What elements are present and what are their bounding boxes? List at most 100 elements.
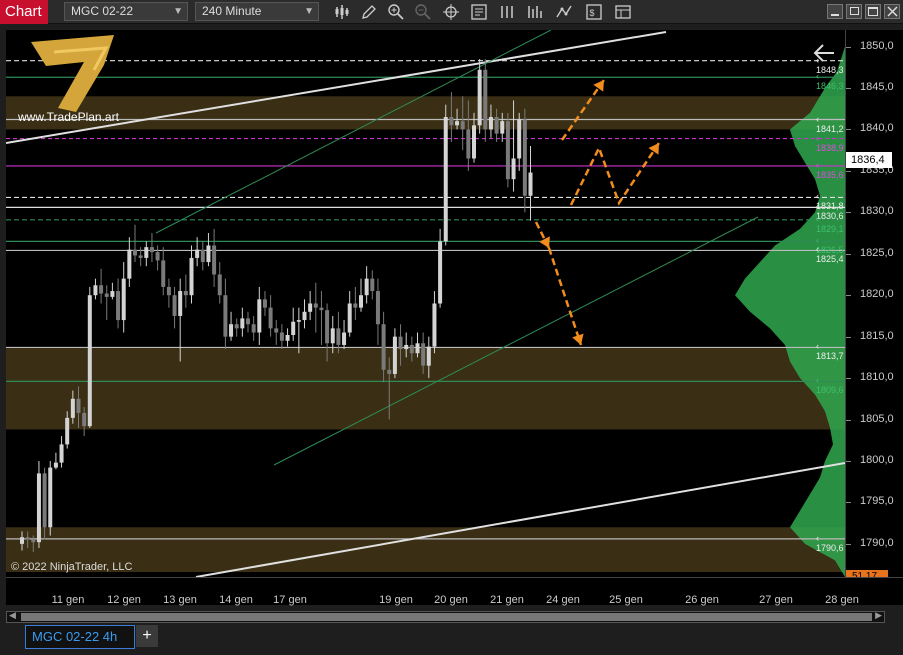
scrollbar-thumb[interactable] (21, 613, 872, 621)
candle-body (104, 293, 109, 297)
candle-body (279, 332, 284, 341)
supply-demand-zone (6, 347, 845, 430)
price-level-label: ‹ 1835,6 (816, 159, 844, 180)
time-tick-label: 28 gen (825, 594, 859, 606)
time-tick-label: 17 gen (273, 594, 307, 606)
candle-body (421, 343, 426, 366)
strategies-icon[interactable] (526, 3, 544, 21)
candle-body (325, 310, 330, 344)
price-axis[interactable]: 1850,0 1845,0 1840,0 1835,0 1830,0 1825,0 1820… (845, 30, 903, 583)
price-tick-mark (846, 253, 851, 255)
price-level-label: ‹ 1846,3 (816, 71, 844, 92)
crosshair-icon[interactable] (442, 3, 460, 21)
candle-body (240, 318, 245, 329)
pencil-icon[interactable] (360, 3, 378, 21)
price-level-label: ‹ 1825,4 (816, 244, 844, 265)
candle-body (155, 252, 160, 261)
candle-body (189, 257, 194, 296)
interval-label: 240 Minute (202, 4, 262, 18)
candle-body (488, 117, 493, 130)
restore-button[interactable] (846, 4, 862, 19)
add-tab-button[interactable]: + (136, 625, 158, 647)
candle-body (268, 307, 273, 329)
candle-body (178, 291, 183, 316)
zoom-out-icon[interactable] (414, 3, 432, 21)
candle-body (31, 539, 36, 543)
watermark-site: www.TradePlan.art (18, 110, 119, 124)
price-tick-label: 1850,0 (860, 39, 894, 52)
price-tick-mark (846, 295, 851, 297)
chart-menu-button[interactable]: Chart (0, 0, 48, 24)
scroll-right-icon[interactable]: ▶ (875, 610, 882, 621)
price-tick-label: 1795,0 (860, 495, 894, 508)
price-tick-mark (846, 88, 851, 89)
price-tick-label: 1800,0 (860, 453, 894, 466)
time-tick-label: 19 gen (379, 594, 413, 606)
data-box-icon[interactable]: $ (585, 3, 603, 21)
candle-body (229, 324, 234, 337)
price-tick-label: 1815,0 (860, 329, 894, 342)
chart-panel[interactable]: www.TradePlan.art © 2022 NinjaTrader, LL… (6, 30, 845, 577)
candle-body (99, 285, 104, 294)
candle-body (110, 291, 115, 297)
candle-body (138, 255, 143, 258)
price-tick-mark (846, 460, 851, 462)
candle-body (455, 121, 460, 126)
last-price-value: 1836,4 (851, 154, 885, 166)
instrument-selector[interactable]: MGC 02-22 ▼ (64, 2, 188, 21)
minimize-button[interactable] (827, 4, 843, 19)
candle-body (313, 303, 318, 308)
price-chart[interactable] (6, 30, 845, 577)
drawing-tools-icon[interactable] (555, 3, 573, 21)
candle-body (296, 320, 301, 322)
price-tick-label: 1840,0 (860, 122, 894, 135)
close-icon (887, 6, 898, 17)
candle-body (206, 245, 211, 263)
candle-body (505, 121, 510, 180)
candle-body (308, 303, 313, 312)
candle-body (257, 299, 262, 333)
maximize-button[interactable] (865, 4, 881, 19)
chevron-down-icon: ▼ (173, 6, 183, 17)
horizontal-scrollbar[interactable]: ◀ ▶ (6, 610, 885, 623)
price-level-label: ‹ 1841,2 (816, 113, 844, 134)
candle-body (353, 303, 358, 308)
price-tick-label: 1805,0 (860, 412, 894, 425)
supply-demand-zone (6, 96, 845, 130)
time-tick-label: 11 gen (51, 594, 85, 606)
candle-body (262, 299, 267, 308)
candle-body (443, 117, 448, 242)
candle-body (336, 328, 341, 345)
chart-tab-bar: MGC 02-22 4h + (0, 625, 903, 655)
tab-mgc-4h[interactable]: MGC 02-22 4h (25, 625, 135, 649)
price-tick-mark (846, 129, 851, 131)
interval-selector[interactable]: 240 Minute ▼ (195, 2, 319, 21)
close-button[interactable] (884, 4, 900, 19)
zoom-in-icon[interactable] (387, 3, 405, 21)
candle-body (370, 278, 375, 292)
candle-body (392, 336, 397, 374)
candle-body (500, 121, 505, 134)
candle-body (121, 278, 126, 321)
time-axis[interactable]: 11 gen 12 gen 13 gen 14 gen 17 gen 19 gen 20 g… (6, 577, 903, 606)
price-level-label: ‹ 1838,9 (816, 132, 844, 153)
chevron-down-icon: ▼ (304, 6, 314, 17)
bar-type-icon[interactable] (333, 3, 351, 21)
candle-body (251, 324, 256, 333)
candle-body (415, 343, 420, 354)
price-level-label: ‹ 1809,6 (816, 375, 844, 396)
candle-body (195, 249, 200, 258)
price-tick-label: 1810,0 (860, 371, 894, 384)
candle-body (149, 247, 154, 253)
price-tick-mark (846, 378, 851, 380)
candle-body (212, 245, 217, 275)
candle-body (200, 249, 205, 263)
indicators-icon[interactable] (498, 3, 516, 21)
candle-body (517, 119, 522, 159)
properties-icon[interactable] (470, 3, 488, 21)
templates-icon[interactable] (614, 3, 632, 21)
scroll-left-icon[interactable]: ◀ (9, 610, 16, 621)
instrument-label: MGC 02-22 (71, 4, 134, 18)
candle-body (449, 117, 454, 126)
candle-body (319, 307, 324, 311)
